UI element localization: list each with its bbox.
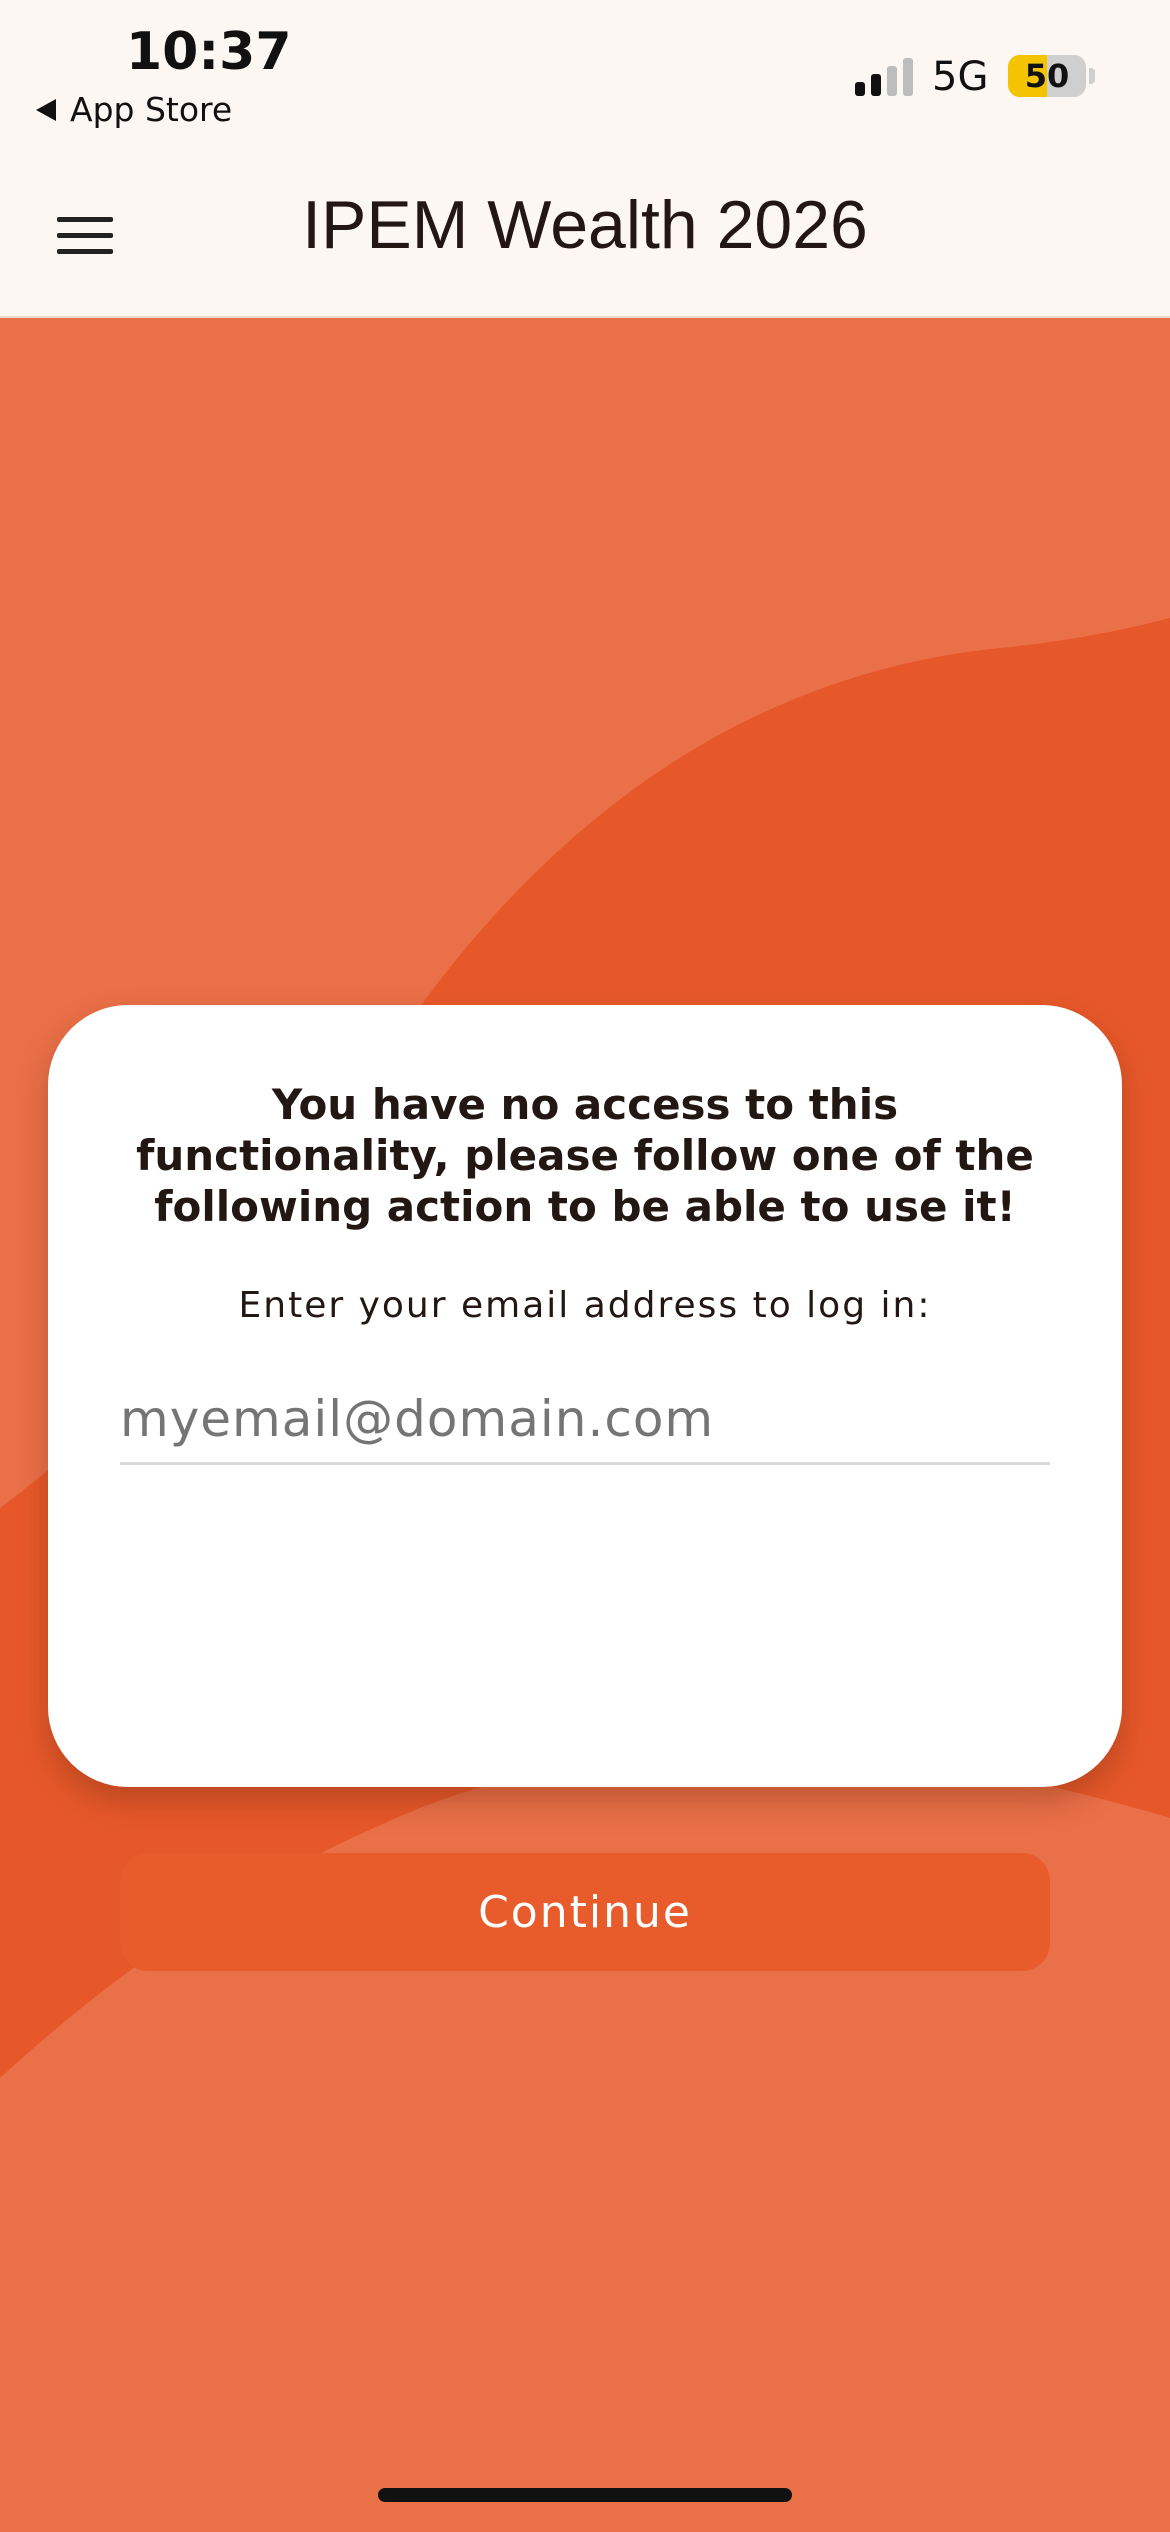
battery-icon: 50 [1008, 55, 1086, 97]
network-type-label: 5G [932, 54, 989, 100]
page-title: IPEM Wealth 2026 [302, 187, 868, 263]
status-bar: 10:37 App Store 5G 50 [0, 0, 1170, 150]
battery-cap [1089, 68, 1095, 84]
no-access-message: You have no access to this functionality… [136, 1080, 1034, 1231]
back-to-app-store-link[interactable]: App Store [36, 90, 232, 129]
app-screen: 10:37 App Store 5G 50 IPEM Wealth 2026 Y… [0, 0, 1170, 2532]
app-header: IPEM Wealth 2026 [0, 150, 1170, 318]
home-indicator [378, 2488, 792, 2502]
login-card: You have no access to this functionality… [48, 1005, 1122, 1971]
status-time: 10:37 [126, 22, 292, 82]
main-content: You have no access to this functionality… [0, 318, 1170, 2532]
cellular-signal-icon [855, 58, 913, 96]
continue-button[interactable]: Continue [120, 1853, 1050, 1971]
back-app-label: App Store [70, 90, 233, 129]
email-input[interactable] [120, 1375, 1050, 1465]
battery-level: 50 [1024, 57, 1070, 95]
back-triangle-icon [36, 98, 56, 121]
email-prompt-label: Enter your email address to log in: [238, 1285, 932, 1326]
